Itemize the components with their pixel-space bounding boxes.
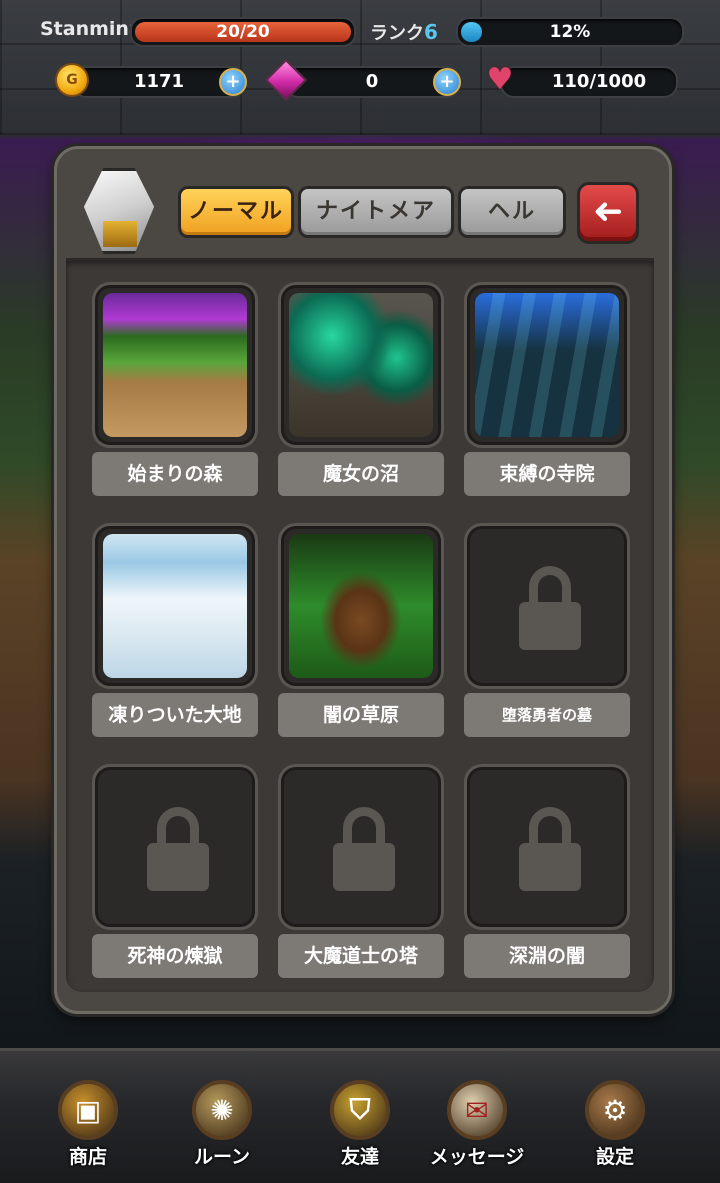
panel-divider	[66, 258, 654, 261]
stage-thumbnail-locked[interactable]	[278, 764, 444, 930]
stage-thumbnail[interactable]	[92, 282, 258, 448]
stage-name: 闇の草原	[278, 693, 444, 737]
coin-icon: G	[52, 60, 92, 100]
nav-rune[interactable]: ✺ ルーン	[167, 1080, 277, 1180]
add-gold-button[interactable]: +	[219, 68, 247, 96]
stage-thumbnail-locked[interactable]	[464, 764, 630, 930]
rune-icon: ✺	[192, 1080, 252, 1140]
temple-image	[475, 293, 619, 437]
tab-nightmare[interactable]: ナイトメア	[298, 186, 454, 238]
lock-icon-body	[519, 843, 581, 891]
nav-messages[interactable]: ✉ メッセージ	[422, 1080, 532, 1180]
stage-name: 始まりの森	[92, 452, 258, 496]
lock-icon-body	[333, 843, 395, 891]
snow-image	[103, 534, 247, 678]
player-name: Stanmina	[40, 18, 142, 40]
heart-counter: 110/1000	[500, 66, 678, 98]
back-button[interactable]: ➜	[577, 182, 639, 244]
forest-image	[103, 293, 247, 437]
exp-value: 12%	[549, 22, 591, 42]
meadow-image	[289, 534, 433, 678]
stage-thumbnail-locked[interactable]	[464, 523, 630, 689]
rank-value: 6	[424, 20, 438, 44]
nav-label: 商店	[68, 1146, 107, 1168]
stage-thumbnail[interactable]	[278, 282, 444, 448]
stamina-bar: 20/20	[130, 17, 356, 47]
tab-hell[interactable]: ヘル	[458, 186, 566, 238]
stage-thumbnail[interactable]	[92, 523, 258, 689]
stage-name: 大魔道士の塔	[278, 934, 444, 978]
nav-shop[interactable]: ▣ 商店	[33, 1080, 143, 1180]
nav-label: ルーン	[193, 1146, 251, 1168]
stage-name: 凍りついた大地	[92, 693, 258, 737]
stage-thumbnail-locked[interactable]	[92, 764, 258, 930]
lock-icon-body	[147, 843, 209, 891]
stage-name: 深淵の闇	[464, 934, 630, 978]
nav-label: メッセージ	[429, 1146, 525, 1168]
stage-name: 束縛の寺院	[464, 452, 630, 496]
rank-text: ランク	[370, 23, 424, 44]
rank-label: ランク6	[370, 19, 438, 45]
back-arrow-icon: ➜	[592, 191, 624, 232]
gem-icon	[264, 58, 308, 102]
exp-bar: 12%	[456, 17, 684, 47]
stage-thumbnail[interactable]	[464, 282, 630, 448]
heart-icon: ♥	[486, 62, 514, 97]
nav-label: 友達	[340, 1146, 379, 1168]
heart-value: 110/1000	[551, 71, 647, 92]
lock-icon-body	[519, 602, 581, 650]
nav-friends[interactable]: ⛉ 友達	[305, 1080, 415, 1180]
add-gem-button[interactable]: +	[433, 68, 461, 96]
swamp-image	[289, 293, 433, 437]
stage-name: 死神の煉獄	[92, 934, 258, 978]
stage-thumbnail[interactable]	[278, 523, 444, 689]
nav-label: 設定	[595, 1146, 634, 1168]
helmet-icon: ⛉	[330, 1080, 390, 1140]
tab-normal[interactable]: ノーマル	[178, 186, 294, 238]
gear-icon: ⚙	[585, 1080, 645, 1140]
stage-name: 堕落勇者の墓	[464, 693, 630, 737]
stamina-value: 20/20	[216, 22, 270, 42]
coin-glyph: G	[55, 63, 89, 97]
mail-icon: ✉	[447, 1080, 507, 1140]
chest-icon: ▣	[58, 1080, 118, 1140]
stage-name: 魔女の沼	[278, 452, 444, 496]
nav-settings[interactable]: ⚙ 設定	[560, 1080, 670, 1180]
